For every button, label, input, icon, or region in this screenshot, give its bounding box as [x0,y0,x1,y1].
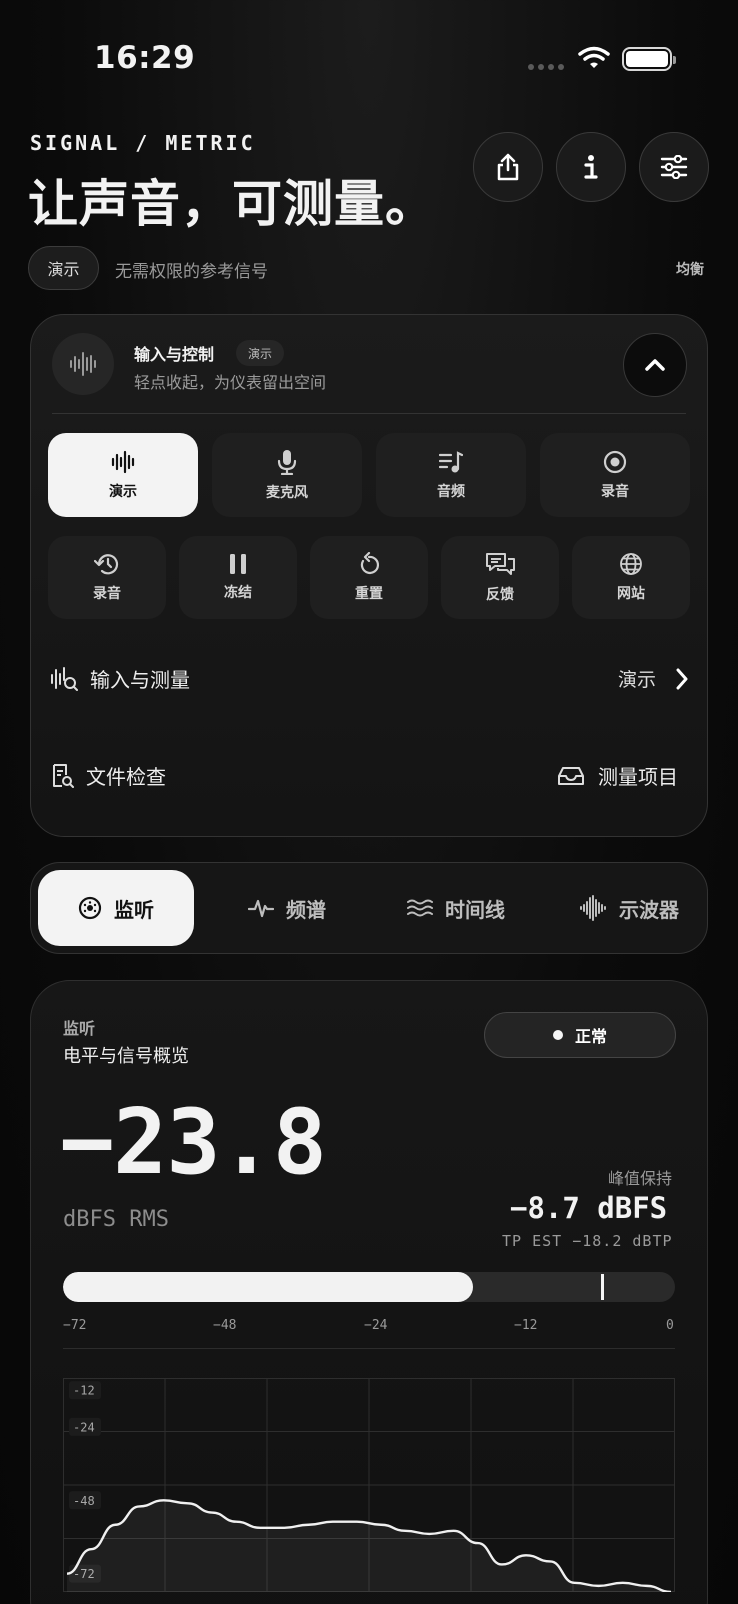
reset-icon [360,552,380,574]
status-text: 正常 [574,1027,607,1046]
tile-label: 录音 [601,483,629,500]
settings-button[interactable] [639,132,709,202]
peak-hold-label: 峰值保持 [608,1169,673,1188]
level-meter-fill [63,1272,473,1302]
website-button[interactable]: 网站 [572,536,690,619]
y-tick-label: -48 [69,1491,101,1510]
dial-icon [78,896,102,920]
input-measurement-label: 输入与测量 [90,668,190,692]
control-card-title: 输入与控制 [134,345,215,364]
svg-text:-12: -12 [73,1384,95,1398]
monitor-label: 监听 [63,1019,96,1038]
y-tick-label: -24 [69,1417,101,1436]
status-badge: 正常 [484,1012,676,1058]
tab-timeline[interactable]: 时间线 [396,870,516,946]
tab-label: 频谱 [286,897,326,922]
svg-text:-48: -48 [73,1494,95,1508]
mode-description: 无需权限的参考信号 [115,262,268,282]
pause-icon [230,554,246,574]
info-button[interactable] [556,132,626,202]
tab-label: 监听 [114,897,154,922]
app-kicker: SIGNAL / METRIC [30,131,256,155]
control-card-subtitle: 轻点收起，为仪表留出空间 [134,373,327,392]
waveform-icon [111,450,135,473]
globe-icon [620,553,642,575]
divider [52,413,686,414]
tile-label: 音频 [437,483,465,500]
file-inspect-row[interactable]: 文件检查 [50,761,166,790]
tile-label: 演示 [109,483,137,500]
source-audio-button[interactable]: 音频 [376,433,526,517]
share-button[interactable] [473,132,543,202]
status-time: 16:29 [94,40,196,76]
waveform-search-icon [51,666,78,691]
mode-pill[interactable]: 演示 [28,246,99,290]
balance-label: 均衡 [676,262,704,278]
meter-tick: −48 [213,1318,237,1333]
true-peak-estimate: TP EST −18.2 dBTP [502,1232,673,1250]
measurement-projects-label: 测量项目 [598,765,678,789]
collapse-button[interactable] [623,333,687,397]
tile-label: 麦克风 [266,484,308,501]
input-measurement-row[interactable]: 输入与测量 [50,664,190,693]
peak-hold-marker [601,1274,605,1300]
source-microphone-button[interactable]: 麦克风 [212,433,362,517]
tray-icon [558,766,584,785]
chevron-up-icon [645,359,665,371]
source-demo-button[interactable]: 演示 [48,433,198,517]
svg-text:-24: -24 [73,1420,95,1434]
rms-unit: dBFS RMS [63,1207,169,1232]
tab-monitor[interactable]: 监听 [38,870,194,946]
tile-label: 录音 [93,586,121,602]
cellular-signal-icon [528,64,564,70]
tile-label: 网站 [617,586,645,602]
level-meter [63,1272,675,1302]
feedback-icon [486,553,515,575]
feedback-button[interactable]: 反馈 [441,536,559,619]
waveform-badge [52,333,114,395]
battery-icon [622,47,676,71]
reset-button[interactable]: 重置 [310,536,428,619]
info-icon [584,155,598,179]
y-tick-label: -12 [69,1381,101,1400]
freeze-button[interactable]: 冻结 [179,536,297,619]
meter-tick: −12 [514,1318,538,1333]
waves-icon [407,899,433,917]
status-dot-icon [552,1030,563,1040]
tab-label: 示波器 [619,897,679,922]
tab-spectrum[interactable]: 频谱 [232,870,342,946]
peak-hold-value: −8.7 dBFS [510,1191,668,1225]
waveform-icon [70,352,96,376]
record-icon [603,450,627,473]
input-source-value[interactable]: 演示 [618,665,656,692]
meter-tick: −24 [364,1318,388,1333]
chevron-right-icon[interactable] [675,668,689,690]
document-search-icon [53,763,74,788]
tile-label: 反馈 [486,587,514,603]
page-title: 让声音，可测量。 [28,175,436,233]
divider [63,1348,675,1349]
sliders-icon [660,155,688,179]
pulse-icon [248,899,274,918]
control-card-tag: 演示 [236,340,285,366]
recordings-button[interactable]: 录音 [48,536,166,619]
microphone-icon [277,449,297,475]
history-icon [94,554,119,575]
measurement-projects-row[interactable]: 测量项目 [556,761,678,790]
meter-tick: −72 [63,1318,87,1333]
tab-label: 时间线 [445,897,505,922]
tab-oscilloscope[interactable]: 示波器 [566,870,692,946]
tile-label: 冻结 [224,585,252,601]
wifi-icon [578,46,610,68]
source-record-button[interactable]: 录音 [540,433,690,517]
level-history-chart: -12-24-48-72 [63,1378,675,1592]
rms-value: −23.8 [60,1090,327,1195]
tile-label: 重置 [355,586,383,602]
share-icon [497,153,519,181]
meter-tick: 0 [666,1318,674,1333]
oscilloscope-icon [580,895,606,921]
file-inspect-label: 文件检查 [86,765,166,789]
monitor-title: 电平与信号概览 [63,1046,189,1067]
music-list-icon [439,450,463,472]
